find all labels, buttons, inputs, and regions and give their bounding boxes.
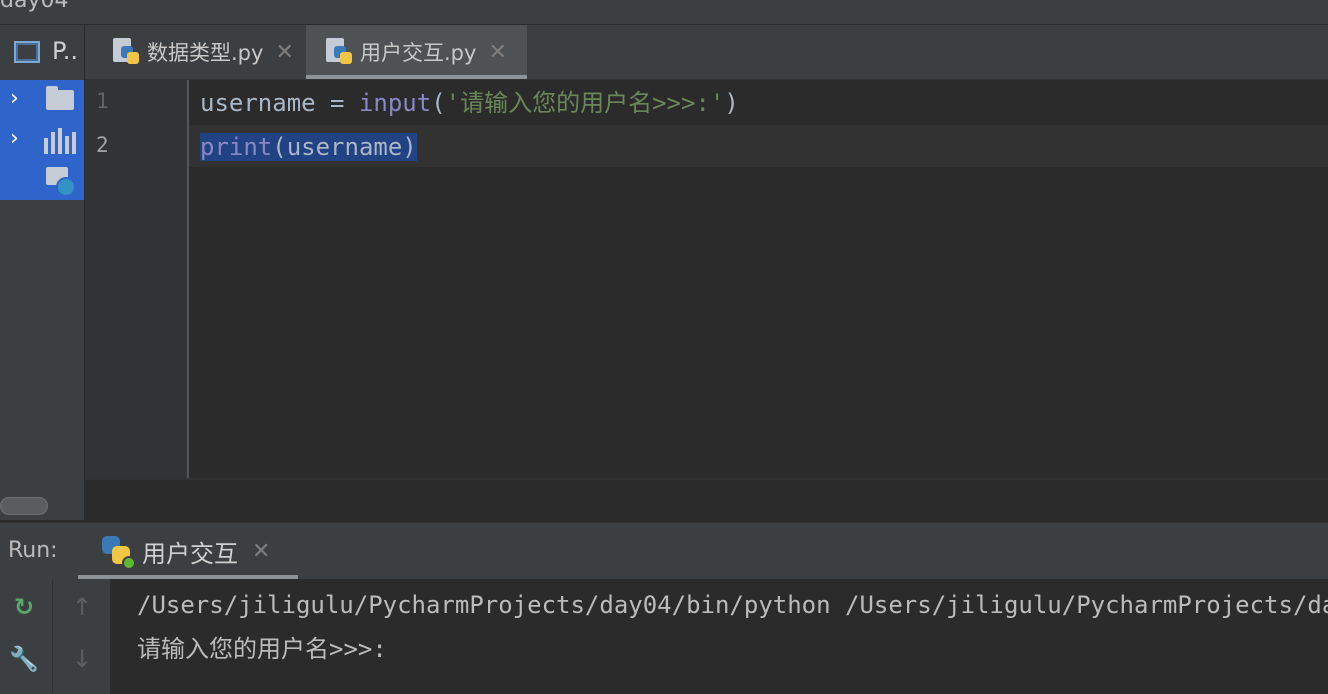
line-number: 1: [96, 89, 109, 113]
run-tab-label: 用户交互: [142, 539, 238, 568]
tree-item-project-root[interactable]: ›: [0, 80, 84, 120]
code-token-variable: username: [286, 133, 403, 161]
console-line: /Users/jiligulu/PycharmProjects/day04/bi…: [137, 591, 1328, 619]
project-tree-selection: › ›: [0, 80, 84, 200]
code-token-operator: =: [315, 89, 359, 117]
arrow-down-icon[interactable]: ↓: [64, 641, 100, 677]
tab-label: 用户交互.py: [360, 41, 477, 65]
code-token-paren: (: [272, 133, 287, 161]
code-selection: print(username): [200, 133, 417, 161]
tab-label: 数据类型.py: [147, 41, 264, 65]
editor-bottom-area: [85, 478, 1328, 520]
window-title: day04: [0, 0, 69, 13]
run-console[interactable]: /Users/jiligulu/PycharmProjects/day04/bi…: [111, 579, 1328, 694]
ide-window: day04 P.. › › 数据类型.py ✕ 用户交互.py ✕ 1 2 us…: [0, 0, 1328, 694]
arrow-up-icon[interactable]: ↑: [64, 589, 100, 625]
code-token-variable: username: [200, 89, 316, 117]
title-bar: day04: [0, 0, 1328, 25]
project-panel: P.. › ›: [0, 25, 84, 520]
toolbar-divider: [52, 579, 53, 694]
run-label: Run:: [8, 538, 58, 563]
wrench-icon[interactable]: 🔧: [6, 641, 42, 677]
python-file-icon: [113, 38, 139, 66]
code-token-paren: (: [431, 89, 446, 117]
run-tool-window-header: Run: 用户交互 ✕: [0, 522, 1328, 579]
tree-item-external-libraries[interactable]: ›: [0, 120, 84, 160]
console-line: 请输入您的用户名>>>:: [137, 635, 387, 663]
code-token-builtin: print: [200, 133, 273, 161]
close-icon[interactable]: ✕: [488, 40, 506, 65]
run-toolbar: ↻ 🔧 ↑ ↓: [0, 579, 110, 694]
project-panel-title: P..: [52, 37, 78, 65]
code-line-1[interactable]: username = input('请输入您的用户名>>>:'): [200, 82, 739, 124]
code-token-paren: ): [724, 89, 739, 117]
line-number: 2: [96, 133, 109, 157]
chevron-right-icon[interactable]: ›: [10, 86, 19, 111]
horizontal-scrollbar[interactable]: [0, 497, 48, 515]
run-tab-yonghujiaohu[interactable]: 用户交互 ✕: [78, 523, 298, 579]
gutter-divider: [187, 80, 189, 478]
external-libraries-icon: [44, 128, 76, 154]
code-token-string: '请输入您的用户名>>>:': [445, 89, 725, 117]
code-line-2[interactable]: print(username): [200, 126, 417, 168]
chevron-right-icon[interactable]: ›: [10, 126, 19, 151]
python-file-icon: [326, 38, 352, 66]
code-token-builtin: input: [358, 89, 432, 117]
folder-icon: [46, 86, 74, 110]
code-token-paren: ): [402, 133, 417, 161]
tab-shujuleixing[interactable]: 数据类型.py ✕: [105, 25, 302, 79]
scratches-icon: [44, 165, 78, 199]
project-panel-header[interactable]: P..: [0, 25, 84, 79]
python-run-icon: [102, 536, 136, 570]
tab-yonghujiaohu[interactable]: 用户交互.py ✕: [306, 25, 527, 79]
close-icon[interactable]: ✕: [275, 40, 293, 65]
editor-tab-bar: 数据类型.py ✕ 用户交互.py ✕: [85, 25, 1328, 80]
tree-item-scratches[interactable]: [0, 160, 84, 200]
rerun-icon[interactable]: ↻: [6, 589, 42, 625]
project-window-icon: [14, 41, 40, 63]
close-icon[interactable]: ✕: [252, 539, 270, 564]
